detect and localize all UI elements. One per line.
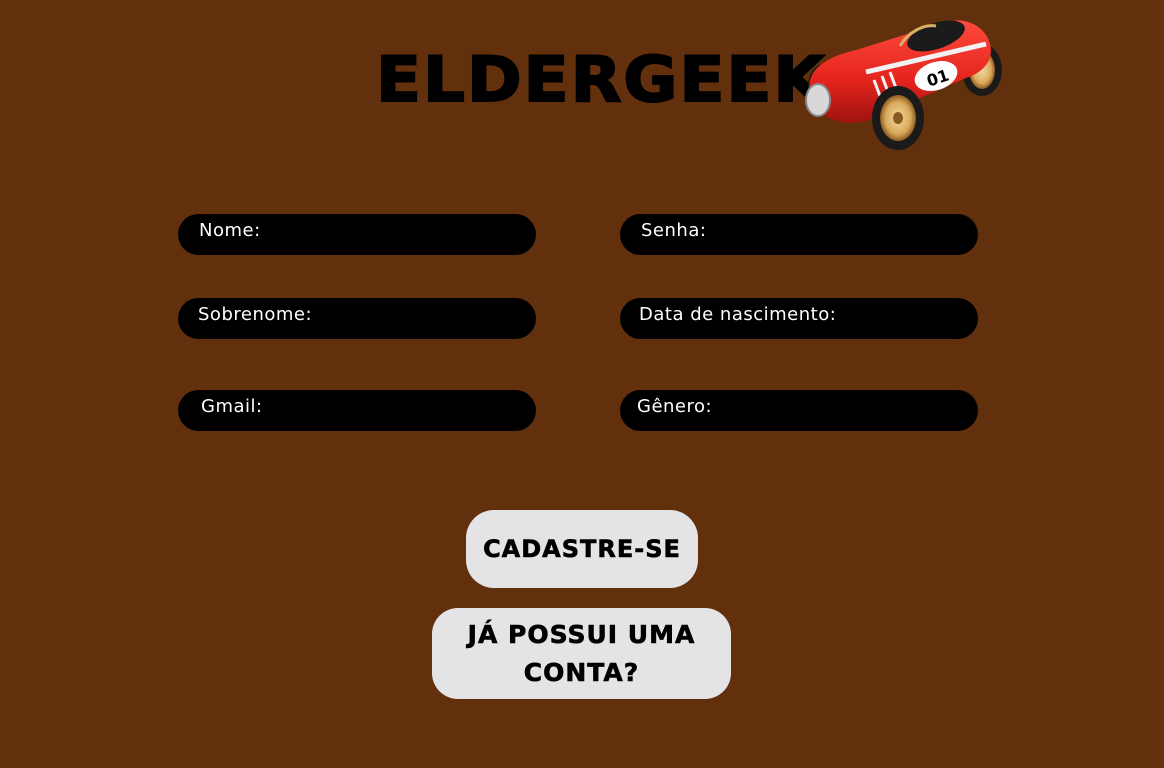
sobrenome-field[interactable]: Sobrenome: bbox=[178, 298, 540, 341]
brand-title: ELDERGEEK bbox=[375, 43, 827, 117]
red-race-car-toy-icon: 01 bbox=[805, 20, 1002, 150]
login-link-button[interactable]: JÁ POSSUI UMA CONTA? bbox=[432, 608, 731, 699]
gmail-label: Gmail: bbox=[201, 396, 263, 417]
sobrenome-label: Sobrenome: bbox=[198, 304, 313, 325]
genero-field[interactable]: Gênero: bbox=[620, 390, 982, 433]
data-nascimento-label: Data de nascimento: bbox=[639, 304, 837, 325]
login-link-label: JÁ POSSUI UMA CONTA? bbox=[467, 619, 696, 687]
register-button[interactable]: CADASTRE-SE bbox=[466, 510, 698, 588]
gmail-field[interactable]: Gmail: bbox=[178, 390, 540, 433]
nome-label: Nome: bbox=[199, 220, 261, 241]
senha-label: Senha: bbox=[641, 220, 707, 241]
data-nascimento-field[interactable]: Data de nascimento: bbox=[620, 298, 982, 341]
senha-field[interactable]: Senha: bbox=[620, 214, 982, 257]
nome-field[interactable]: Nome: bbox=[178, 214, 540, 257]
genero-label: Gênero: bbox=[637, 396, 713, 417]
